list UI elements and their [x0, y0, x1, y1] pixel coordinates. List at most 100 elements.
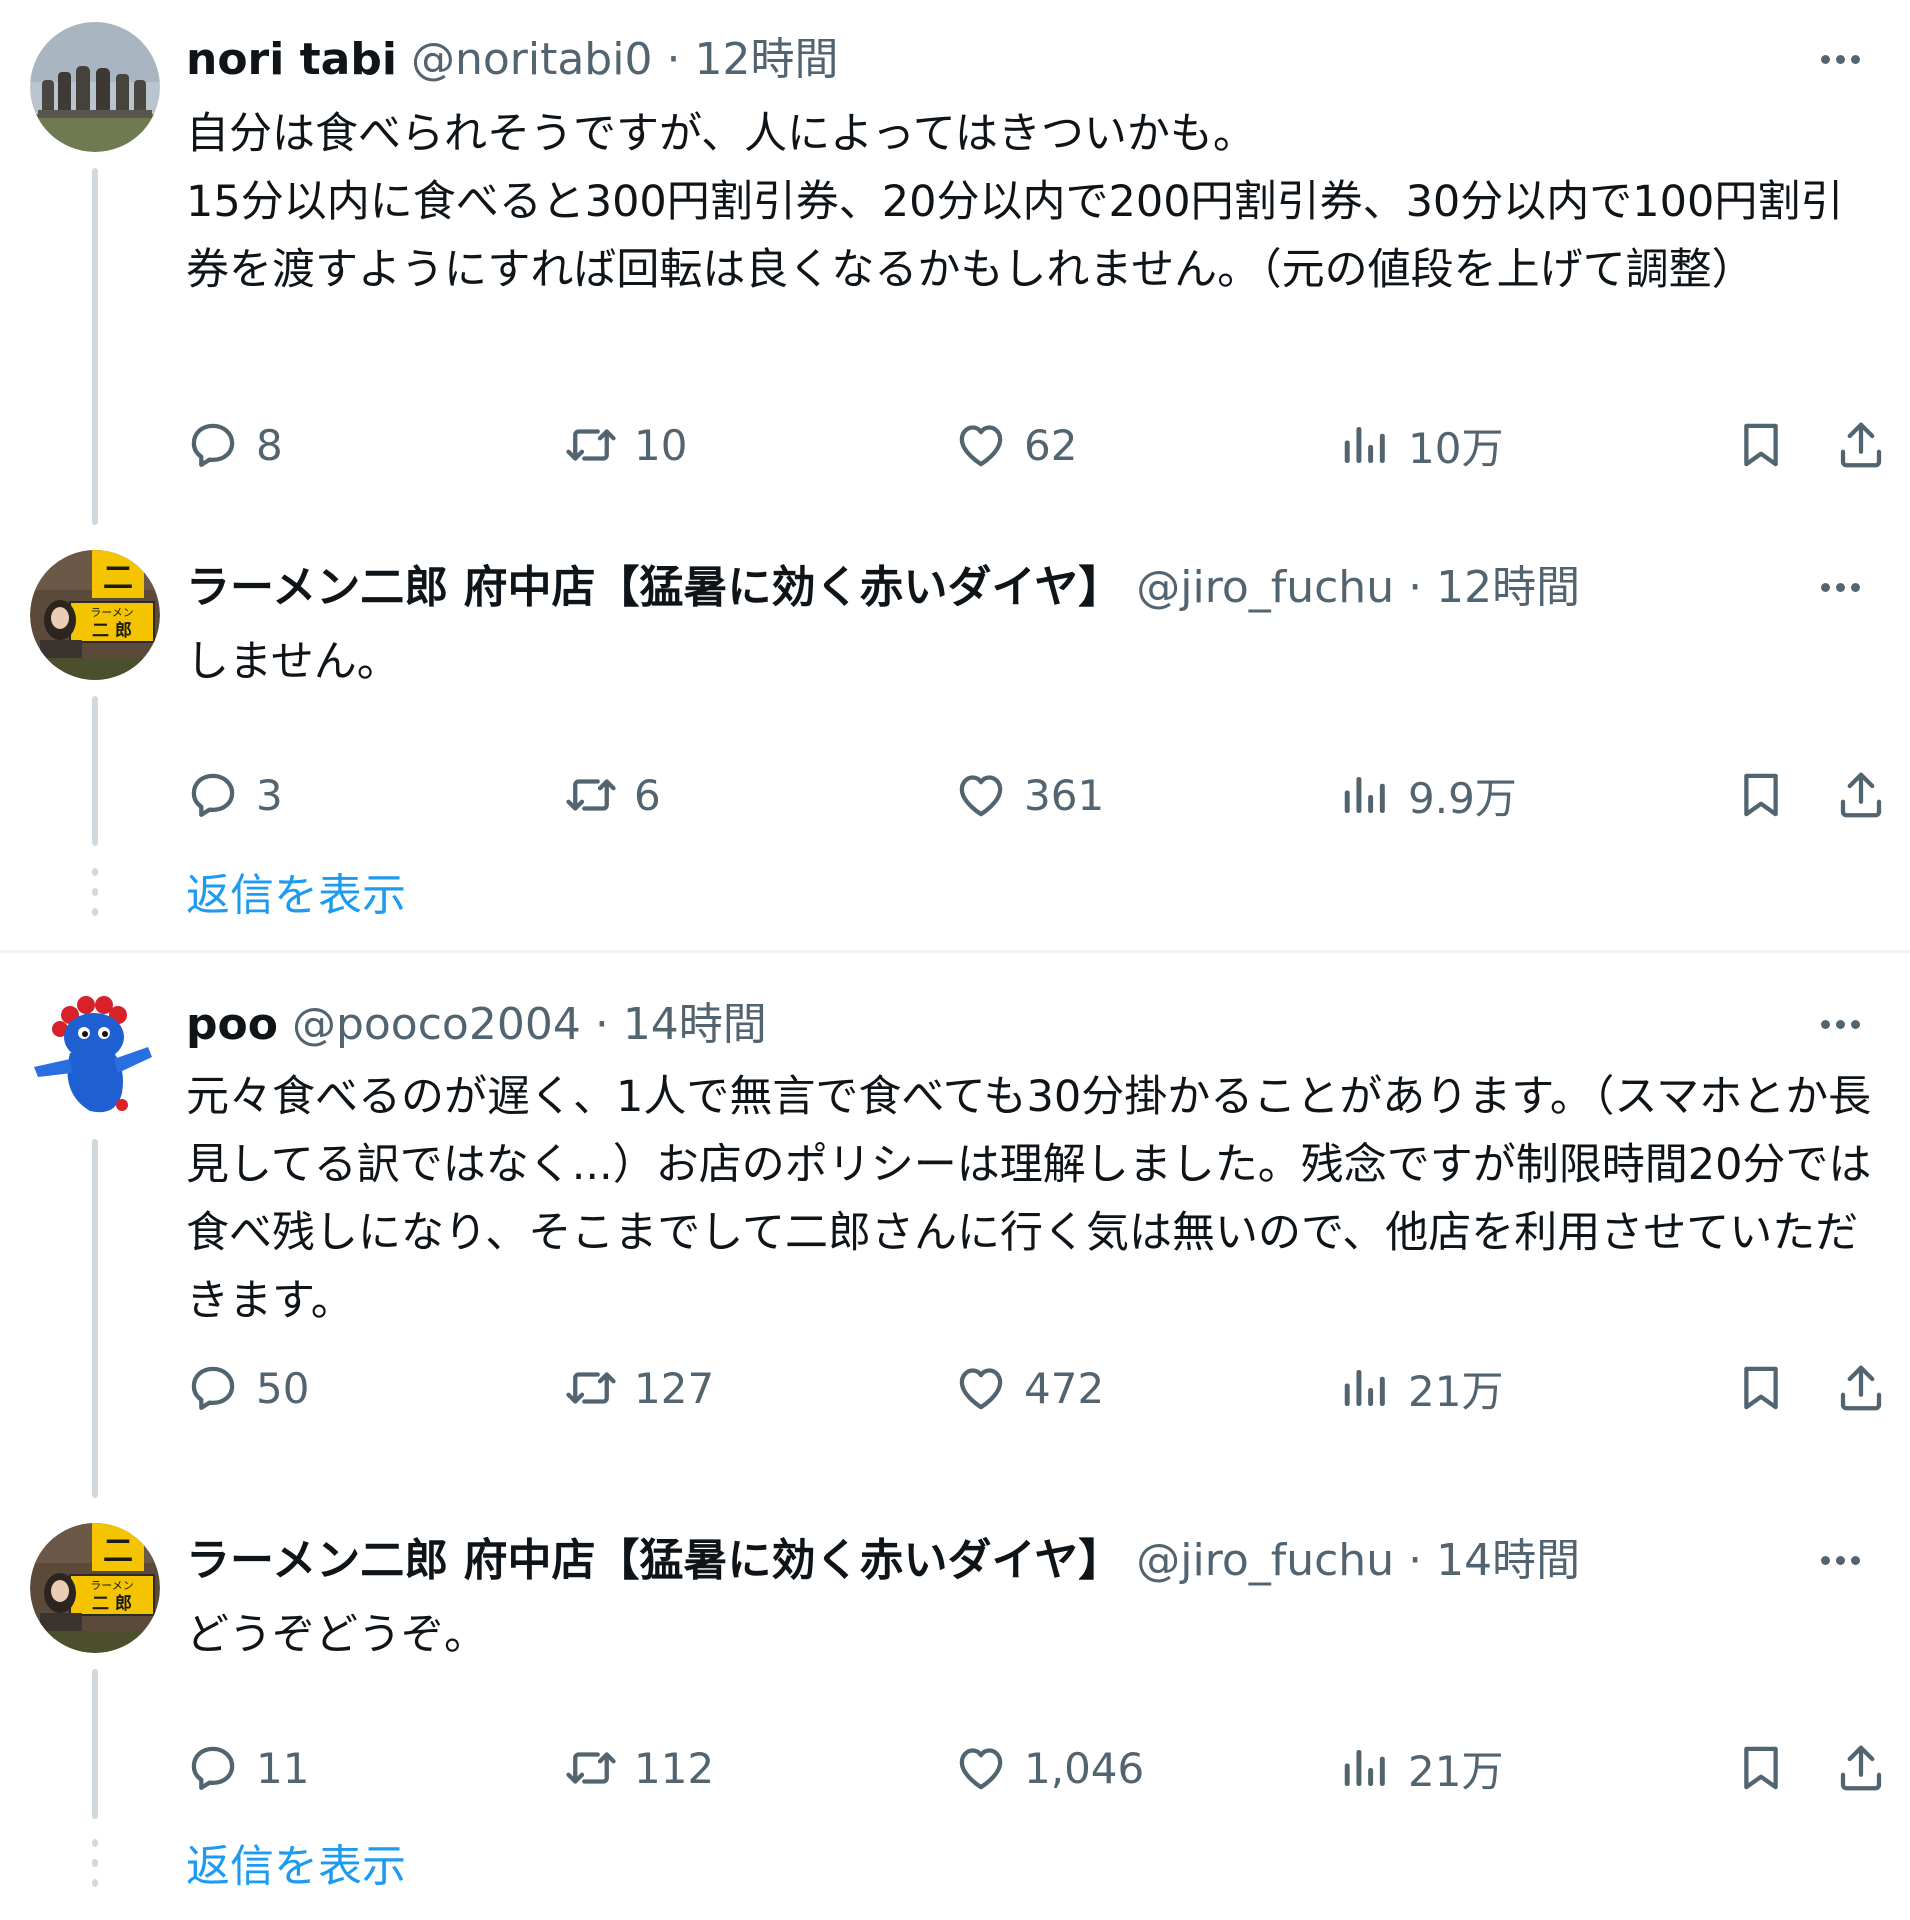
share-button[interactable] [1834, 1353, 1888, 1423]
view-count: 10万 [1408, 423, 1504, 473]
retweet-icon [564, 1741, 618, 1795]
tweet-header: ラーメン二郎 府中店【猛暑に効く赤いダイヤ】 @jiro_fuchu · 14時… [186, 1531, 1740, 1591]
view-count: 21万 [1408, 1746, 1504, 1796]
sign-top: ラーメン [90, 1579, 134, 1592]
timestamp[interactable]: 14時間 [623, 999, 767, 1050]
like-button[interactable]: 472 [954, 1353, 1104, 1423]
bar-chart-icon [1338, 1741, 1392, 1795]
thread-line [92, 696, 98, 846]
tweet-actions: 50 127 472 21万 [186, 1353, 1876, 1423]
heart-icon [954, 768, 1008, 822]
ramen-jiro-shop-avatar: 二 ラーメン 二 郎 [30, 550, 160, 680]
reply-button[interactable]: 3 [186, 760, 283, 830]
author-name[interactable]: poo [186, 999, 278, 1050]
retweet-button[interactable]: 127 [564, 1353, 714, 1423]
views-button[interactable]: 21万 [1338, 1353, 1503, 1423]
retweet-button[interactable]: 6 [564, 760, 661, 830]
view-count: 9.9万 [1408, 773, 1517, 823]
bar-chart-icon [1338, 418, 1392, 472]
tweet-text: しません。 [186, 637, 400, 687]
sign-top: ラーメン [90, 606, 134, 619]
more-dot [1820, 582, 1830, 592]
reply-icon [186, 1361, 240, 1415]
reply-thread: nori tabi @noritabi0 · 12時間 自分は食べられそうですが… [0, 0, 1910, 950]
tweet[interactable]: poo @pooco2004 · 14時間 元々食べるのが遅く、1人で無言で食べ… [0, 953, 1910, 1498]
author-handle[interactable]: @jiro_fuchu [1136, 562, 1394, 613]
retweet-count: 112 [634, 1743, 715, 1793]
more-options-button[interactable] [1810, 1535, 1870, 1585]
tweet[interactable]: 二 ラーメン 二 郎 ラーメン二郎 府中店【猛暑に効く赤いダイヤ】 @jiro_… [0, 1501, 1910, 1831]
thread-line [92, 1669, 98, 1819]
bookmark-button[interactable] [1734, 760, 1788, 830]
blue-mascot-avatar [30, 993, 160, 1123]
heart-icon [954, 1741, 1008, 1795]
reply-button[interactable]: 11 [186, 1733, 309, 1803]
retweet-icon [564, 768, 618, 822]
more-options-button[interactable] [1810, 999, 1870, 1049]
show-replies-link[interactable]: 返信を表示 [186, 1837, 406, 1897]
tweet-text: どうぞどうぞ。 [186, 1610, 487, 1660]
more-options-button[interactable] [1810, 562, 1870, 612]
like-button[interactable]: 361 [954, 760, 1104, 830]
retweet-button[interactable]: 10 [564, 410, 687, 480]
separator-dot: · [666, 34, 681, 85]
views-button[interactable]: 21万 [1338, 1733, 1503, 1803]
share-icon [1834, 418, 1888, 472]
like-button[interactable]: 1,046 [954, 1733, 1144, 1803]
tweet[interactable]: nori tabi @noritabi0 · 12時間 自分は食べられそうですが… [0, 0, 1910, 525]
views-button[interactable]: 10万 [1338, 410, 1503, 480]
separator-dot: · [1408, 562, 1423, 613]
sign-bottom: 二 郎 [92, 620, 132, 641]
more-dot [1835, 1019, 1845, 1029]
more-dot [1850, 582, 1860, 592]
bookmark-icon [1734, 1741, 1788, 1795]
tweet-text: 元々食べるのが遅く、1人で無言で食べても30分掛かることがあります。（スマホとか… [186, 1072, 1872, 1326]
tweet[interactable]: 二 ラーメン 二 郎 ラーメン二郎 府中店【猛暑に効く赤いダイヤ】 @jiro_… [0, 528, 1910, 858]
timestamp[interactable]: 12時間 [694, 34, 838, 85]
author-handle[interactable]: @pooco2004 [292, 999, 581, 1050]
reply-count: 50 [256, 1363, 310, 1413]
tweet-header: nori tabi @noritabi0 · 12時間 [186, 30, 1740, 90]
share-icon [1834, 1741, 1888, 1795]
retweet-icon [564, 418, 618, 472]
timestamp[interactable]: 12時間 [1436, 562, 1580, 613]
reply-icon [186, 768, 240, 822]
tweet-actions: 8 10 62 10万 [186, 410, 1876, 480]
avatar[interactable] [30, 22, 160, 152]
share-button[interactable] [1834, 760, 1888, 830]
thread-dots [92, 1839, 98, 1899]
like-button[interactable]: 62 [954, 410, 1077, 480]
author-handle[interactable]: @jiro_fuchu [1136, 1535, 1394, 1586]
reply-count: 8 [256, 420, 283, 470]
share-button[interactable] [1834, 1733, 1888, 1803]
show-replies-link[interactable]: 返信を表示 [186, 866, 406, 926]
bookmark-button[interactable] [1734, 410, 1788, 480]
more-options-button[interactable] [1810, 34, 1870, 84]
reply-button[interactable]: 8 [186, 410, 283, 480]
avatar[interactable]: 二 ラーメン 二 郎 [30, 550, 160, 680]
sign-kanji: 二 [103, 1534, 133, 1569]
moai-statues-avatar [30, 22, 160, 152]
author-name[interactable]: ラーメン二郎 府中店【猛暑に効く赤いダイヤ】 [186, 1535, 1122, 1586]
tweet-actions: 3 6 361 9.9万 [186, 760, 1876, 830]
bookmark-button[interactable] [1734, 1353, 1788, 1423]
author-name[interactable]: ラーメン二郎 府中店【猛暑に効く赤いダイヤ】 [186, 562, 1122, 613]
tweet-text: 自分は食べられそうですが、人によってはきついかも。 15分以内に食べると300円… [186, 109, 1844, 295]
retweet-button[interactable]: 112 [564, 1733, 714, 1803]
avatar[interactable]: 二 ラーメン 二 郎 [30, 1523, 160, 1653]
like-count: 1,046 [1024, 1743, 1145, 1793]
share-button[interactable] [1834, 410, 1888, 480]
views-button[interactable]: 9.9万 [1338, 760, 1517, 830]
tweet-header: poo @pooco2004 · 14時間 [186, 995, 1740, 1055]
reply-count: 11 [256, 1743, 310, 1793]
author-handle[interactable]: @noritabi0 [411, 34, 652, 85]
author-name[interactable]: nori tabi [186, 34, 397, 85]
timestamp[interactable]: 14時間 [1436, 1535, 1580, 1586]
more-dot [1835, 582, 1845, 592]
reply-icon [186, 418, 240, 472]
bookmark-button[interactable] [1734, 1733, 1788, 1803]
reply-button[interactable]: 50 [186, 1353, 309, 1423]
more-dot [1835, 1555, 1845, 1565]
bar-chart-icon [1338, 1361, 1392, 1415]
avatar[interactable] [30, 993, 160, 1123]
